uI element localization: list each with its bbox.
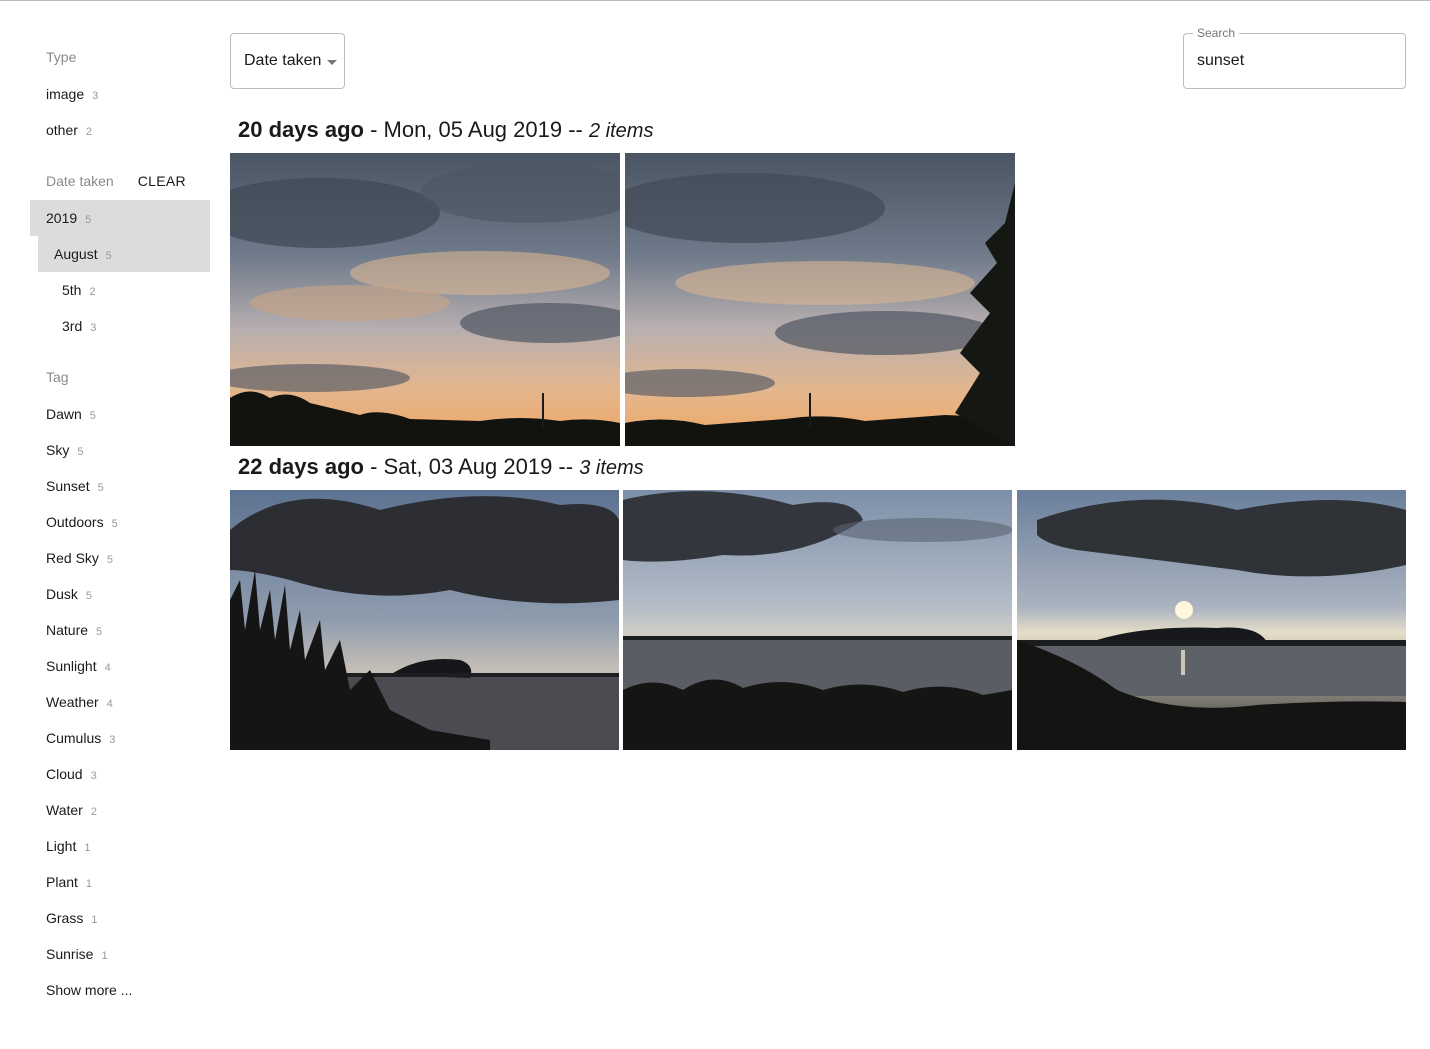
facet-tag-sunset[interactable]: Sunset 5 <box>30 468 210 504</box>
filter-sidebar: Type image 3 other 2 Date taken CLEAR 2019… <box>30 38 210 1008</box>
photo-thumbnail[interactable] <box>230 490 619 750</box>
facet-tag-sunrise[interactable]: Sunrise 1 <box>30 936 210 972</box>
lake-photo-image <box>623 490 1012 750</box>
photo-thumbnail[interactable] <box>625 153 1015 446</box>
facet-count: 5 <box>96 626 103 638</box>
facet-count: 1 <box>84 842 91 854</box>
facet-count: 3 <box>90 322 97 334</box>
top-divider <box>0 0 1430 1</box>
facet-count: 1 <box>91 914 98 926</box>
clear-date-button[interactable]: CLEAR <box>138 162 186 200</box>
date-section-title: Date taken CLEAR <box>30 162 210 200</box>
facet-date-5th[interactable]: 5th 2 <box>30 272 210 308</box>
facet-count: 3 <box>90 770 97 782</box>
caret-down-icon <box>327 60 337 65</box>
facet-count: 2 <box>85 126 93 138</box>
facet-tag-plant[interactable]: Plant 1 <box>30 864 210 900</box>
facet-count: 5 <box>89 410 96 422</box>
facet-tag-cumulus[interactable]: Cumulus 3 <box>30 720 210 756</box>
sunset-photo-image <box>230 153 620 446</box>
search-label: Search <box>1193 26 1240 40</box>
lake-photo-image <box>1017 490 1406 750</box>
sort-select[interactable]: Date taken <box>230 33 345 89</box>
facet-count: 5 <box>106 554 114 566</box>
facet-tag-nature[interactable]: Nature 5 <box>30 612 210 648</box>
facet-tag-sunlight[interactable]: Sunlight 4 <box>30 648 210 684</box>
facet-count: 5 <box>85 590 93 602</box>
facet-tag-red-sky[interactable]: Red Sky 5 <box>30 540 210 576</box>
facet-tag-weather[interactable]: Weather 4 <box>30 684 210 720</box>
facet-date-august[interactable]: August 5 <box>38 236 210 272</box>
facet-tag-dawn[interactable]: Dawn 5 <box>30 396 210 432</box>
show-more-link[interactable]: Show more ... <box>30 972 210 1008</box>
group-heading-1: 20 days ago - Mon, 05 Aug 2019 -- 2 item… <box>238 117 654 142</box>
group-heading-2: 22 days ago - Sat, 03 Aug 2019 -- 3 item… <box>238 454 644 479</box>
search-input[interactable] <box>1197 52 1397 70</box>
facet-type-other[interactable]: other 2 <box>30 112 210 148</box>
facet-count: 1 <box>85 878 93 890</box>
facet-count: 2 <box>89 286 96 298</box>
facet-count: 5 <box>85 214 92 226</box>
search-field[interactable]: Search <box>1183 26 1406 89</box>
facet-tag-sky[interactable]: Sky 5 <box>30 432 210 468</box>
facet-tag-cloud[interactable]: Cloud 3 <box>30 756 210 792</box>
facet-type-image[interactable]: image 3 <box>30 76 210 112</box>
facet-count: 1 <box>101 950 108 962</box>
facet-count: 3 <box>92 90 99 102</box>
tag-section-title: Tag <box>46 369 69 385</box>
facet-count: 4 <box>106 698 113 710</box>
tag-list: Dawn 5 Sky 5 Sunset 5 Outdoors 5 Red Sky 5 Dusk 5 Na… <box>30 396 210 972</box>
facet-count: 5 <box>77 446 84 458</box>
facet-tag-grass[interactable]: Grass 1 <box>30 900 210 936</box>
facet-count: 3 <box>109 734 116 746</box>
facet-count: 5 <box>97 482 104 494</box>
photo-thumbnail[interactable] <box>1017 490 1406 750</box>
facet-date-3rd[interactable]: 3rd 3 <box>30 308 210 344</box>
facet-tag-outdoors[interactable]: Outdoors 5 <box>30 504 210 540</box>
type-section-title: Type <box>46 49 77 65</box>
facet-date-2019[interactable]: 2019 5 <box>30 200 210 236</box>
photo-thumbnail[interactable] <box>230 153 620 446</box>
facet-tag-dusk[interactable]: Dusk 5 <box>30 576 210 612</box>
facet-count: 2 <box>90 806 97 818</box>
facet-count: 5 <box>111 518 118 530</box>
sunset-photo-image <box>625 153 1015 446</box>
photo-thumbnail[interactable] <box>623 490 1012 750</box>
facet-tag-water[interactable]: Water 2 <box>30 792 210 828</box>
facet-count: 5 <box>105 250 112 262</box>
lake-photo-image <box>230 490 619 750</box>
facet-tag-light[interactable]: Light 1 <box>30 828 210 864</box>
facet-count: 4 <box>104 662 111 674</box>
